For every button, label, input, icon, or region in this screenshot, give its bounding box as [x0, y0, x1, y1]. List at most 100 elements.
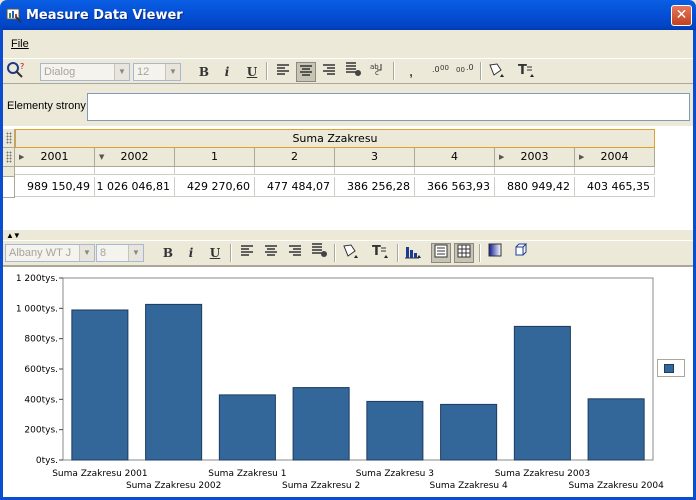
chart-font-family-value: Albany WT J [9, 247, 72, 259]
pivot-column-label: 2 [291, 150, 298, 163]
chart-underline-button[interactable]: U [205, 243, 225, 263]
window-title: Measure Data Viewer [26, 8, 183, 23]
chart-text-color-button[interactable]: T [371, 243, 391, 263]
wizard-button[interactable]: ? [5, 61, 25, 81]
pivot-column-header[interactable]: 4 [415, 148, 495, 167]
pivot-value-cell[interactable]: 386 256,28 [335, 177, 415, 197]
pivot-value-cell[interactable]: 1 026 046,81 [95, 177, 175, 197]
bar [366, 400, 424, 461]
pivot-value-cell[interactable]: 403 465,35 [575, 177, 655, 197]
wrap-text-button[interactable]: ab c [367, 62, 387, 82]
chevron-down-icon[interactable]: ▼ [165, 64, 180, 80]
svg-text:?: ? [20, 62, 24, 71]
chart-font-family-combo[interactable]: Albany WT J ▼ [5, 244, 95, 262]
align-right-icon [289, 245, 301, 256]
chart-bold-button[interactable]: B [158, 243, 178, 263]
underline-button[interactable]: U [242, 62, 262, 82]
fill-color-icon [489, 63, 504, 77]
chart-legend[interactable] [657, 359, 685, 377]
pivot-value-cell[interactable]: 989 150,49 [15, 177, 95, 197]
svg-text:.0: .0 [432, 65, 440, 74]
pivot-column-header[interactable]: ▶ 2003 [495, 148, 575, 167]
pivot-blank-cell [15, 167, 95, 175]
fill-color-button[interactable] [487, 62, 507, 82]
grid-toggle-button[interactable] [454, 243, 474, 263]
chart-fill-color-button[interactable] [341, 243, 361, 263]
font-size-combo[interactable]: 12 ▼ [133, 63, 181, 81]
3d-view-button[interactable] [510, 243, 530, 263]
pivot-value-cell[interactable]: 429 270,60 [175, 177, 255, 197]
gradient-icon [488, 243, 502, 257]
legend-swatch [664, 364, 674, 373]
chart-align-center-button[interactable] [261, 243, 281, 263]
toolbar-separator [230, 244, 232, 262]
bold-button[interactable]: B [194, 62, 214, 82]
chart-justify-button[interactable] [309, 243, 329, 263]
bar [145, 303, 203, 461]
decrease-decimal-button[interactable]: 00.0 [455, 62, 475, 82]
bar [587, 398, 645, 461]
page-elements-label: Elementy strony [7, 100, 86, 112]
collapse-arrow-icon[interactable]: ▼ [99, 148, 104, 166]
x-tick-label: Suma Zzakresu 2001 [52, 469, 147, 479]
title-bar: Measure Data Viewer ✕ [0, 0, 696, 30]
legend-icon [434, 244, 448, 258]
pivot-column-label: 2001 [40, 150, 69, 163]
x-tick-label: Suma Zzakresu 2 [282, 481, 360, 491]
increase-decimal-button[interactable]: .0 00 [431, 62, 451, 82]
text-color-button[interactable]: T [517, 62, 537, 82]
chart-align-left-button[interactable] [237, 243, 257, 263]
gradient-button[interactable] [485, 243, 505, 263]
chart-italic-button[interactable]: i [181, 243, 201, 263]
close-button[interactable]: ✕ [671, 5, 692, 26]
pivot-value-cell[interactable]: 366 563,93 [415, 177, 495, 197]
pivot-corner-mid [3, 148, 15, 167]
pivot-value-cell[interactable]: 477 484,07 [255, 177, 335, 197]
bar-chart: 0tys. 200tys. 400tys. 600tys. 800tys. 1 000ty… [16, 274, 664, 491]
font-family-value: Dialog [44, 66, 76, 78]
align-center-button[interactable] [296, 62, 316, 82]
pivot-group-header[interactable]: Suma Zzakresu [15, 129, 655, 148]
page-elements-drop-zone[interactable] [87, 93, 690, 121]
pivot-column-header[interactable]: ▼ 2002 [95, 148, 175, 167]
chevron-down-icon[interactable]: ▼ [128, 245, 143, 261]
expand-arrow-icon[interactable]: ▶ [19, 148, 24, 166]
chevron-down-icon[interactable]: ▼ [79, 245, 94, 261]
pivot-blank-cell [495, 167, 575, 175]
thousands-separator-button[interactable]: , [401, 62, 421, 82]
pivot-column-header[interactable]: 2 [255, 148, 335, 167]
chart-toolbar: Albany WT J ▼ 8 ▼ B i U T [3, 240, 693, 266]
align-left-button[interactable] [273, 62, 293, 82]
pivot-value-cell[interactable]: 880 949,42 [495, 177, 575, 197]
chart-align-right-button[interactable] [285, 243, 305, 263]
pivot-column-label: 3 [371, 150, 378, 163]
pivot-table-area: Suma Zzakresu ▶ 2001 989 150,49 ▼ 2002 1 026 … [3, 126, 693, 230]
splitter-arrows-icon[interactable]: ▲▼ [6, 231, 21, 240]
expand-arrow-icon[interactable]: ▶ [579, 148, 584, 166]
toolbar-separator [397, 244, 399, 262]
font-family-combo[interactable]: Dialog ▼ [40, 63, 130, 81]
x-tick-label: Suma Zzakresu 2003 [495, 469, 590, 479]
align-center-icon [265, 245, 277, 256]
chart-font-size-combo[interactable]: 8 ▼ [96, 244, 144, 262]
bar [292, 387, 350, 461]
pivot-column-header[interactable]: 3 [335, 148, 415, 167]
menu-file[interactable]: File [11, 38, 29, 50]
pivot-column-header[interactable]: ▶ 2001 [15, 148, 95, 167]
chevron-down-icon[interactable]: ▼ [114, 64, 129, 80]
svg-text:T: T [372, 244, 381, 259]
align-right-button[interactable] [319, 62, 339, 82]
pivot-column-label: 2003 [520, 150, 549, 163]
pivot-column-header[interactable]: ▶ 2004 [575, 148, 655, 167]
chart-type-button[interactable] [404, 243, 424, 263]
svg-text:00: 00 [440, 64, 449, 72]
justify-button[interactable] [343, 62, 363, 82]
expand-arrow-icon[interactable]: ▶ [499, 148, 504, 166]
splitter[interactable]: ▲▼ [3, 230, 693, 240]
italic-button[interactable]: i [217, 62, 237, 82]
cube-icon [515, 243, 528, 256]
y-tick-label: 1 000tys. [16, 304, 58, 314]
legend-toggle-button[interactable] [431, 243, 451, 263]
pivot-column-header[interactable]: 1 [175, 148, 255, 167]
y-tick-label: 0tys. [36, 456, 58, 466]
